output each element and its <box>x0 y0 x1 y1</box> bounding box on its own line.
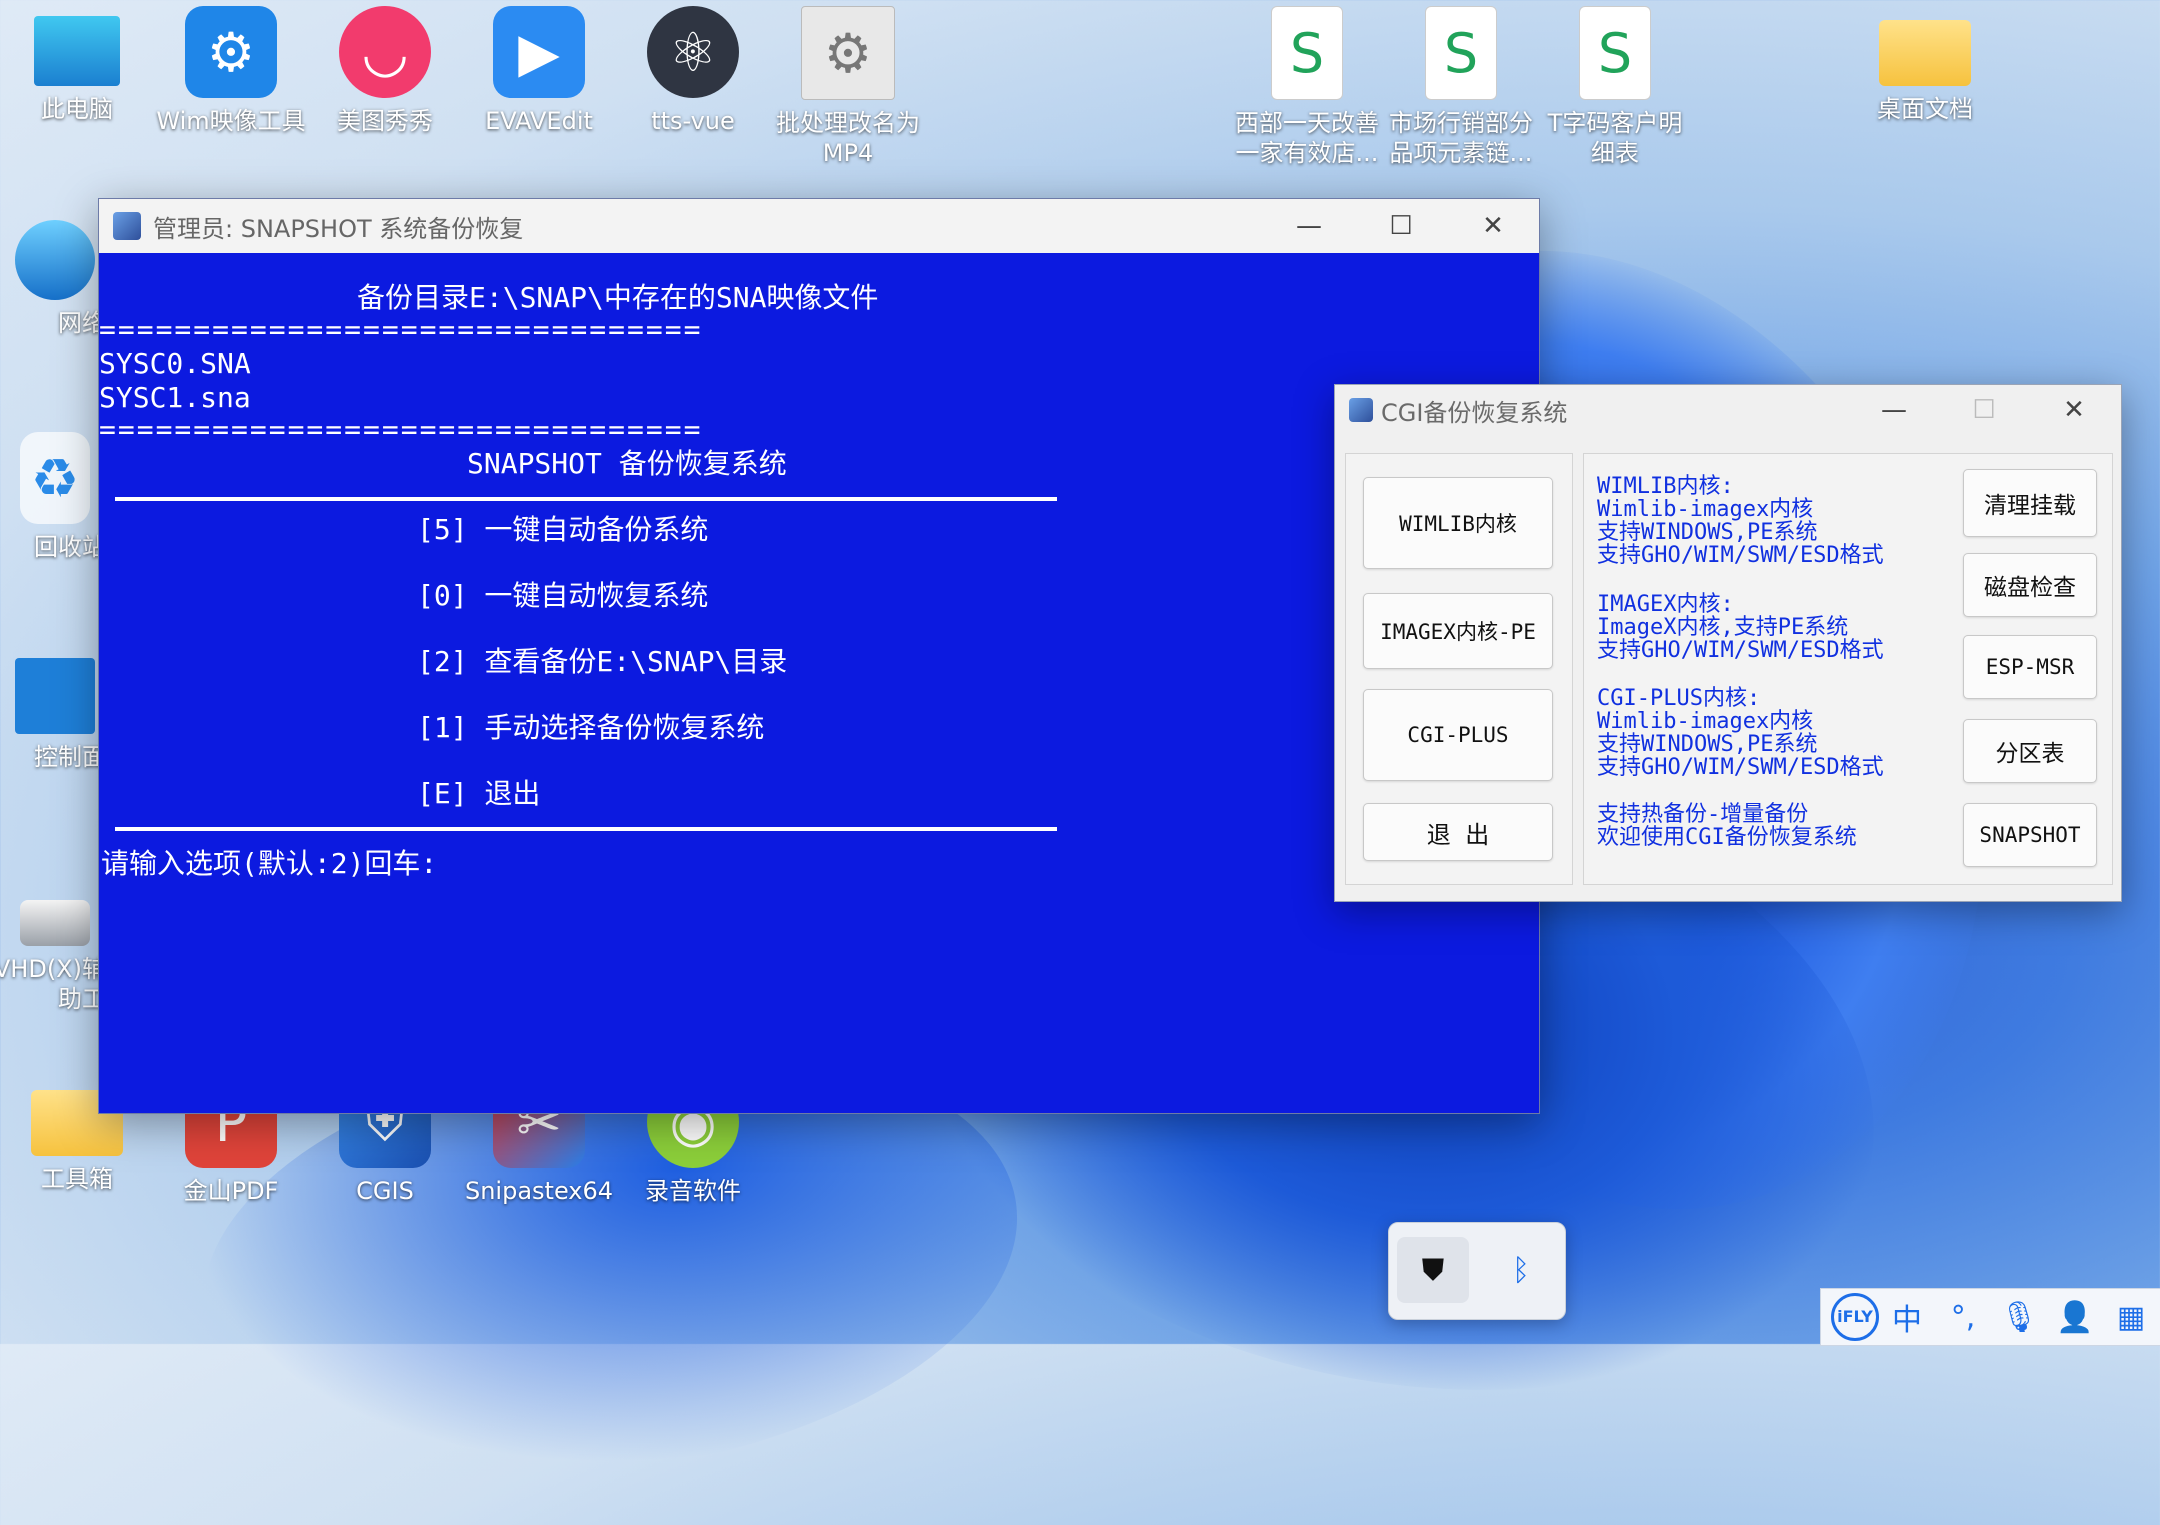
snapshot-button[interactable]: SNAPSHOT <box>1963 803 2097 867</box>
gear-icon: ⚙ <box>185 6 277 98</box>
cgi-titlebar[interactable]: CGI备份恢复系统 — ☐ ✕ <box>1335 385 2121 435</box>
tray-app-icon[interactable]: ⛊ <box>1397 1237 1469 1303</box>
ime-toolbar: iFLY 中 °, 🎙 👤 ▦ <box>1820 1288 2160 1346</box>
menu-title: SNAPSHOT 备份恢复系统 <box>467 447 787 480</box>
console-title: 管理员: SNAPSHOT 系统备份恢复 <box>153 214 524 243</box>
apps-grid-icon[interactable]: ▦ <box>2103 1300 2159 1335</box>
spreadsheet-icon: S <box>1579 6 1651 100</box>
menu-option-5: [5] 一键自动备份系统 <box>417 513 709 546</box>
cgi-plus-info: CGI-PLUS内核: Wimlib-imagex内核 支持WINDOWS,PE… <box>1597 686 1884 780</box>
maximize-button[interactable]: ☐ <box>1355 199 1447 253</box>
desktop-icon-sheet-2[interactable]: S 市场行销部分品项元素链... <box>1386 0 1536 168</box>
partition-table-button[interactable]: 分区表 <box>1963 719 2097 783</box>
meitu-logo-icon: ◡ <box>339 6 431 98</box>
spreadsheet-icon: S <box>1425 6 1497 100</box>
minimize-button[interactable]: — <box>1849 385 1939 435</box>
cgi-title: CGI备份恢复系统 <box>1381 398 1568 427</box>
tray-overflow-popup: ⛊ ᛒ <box>1388 1222 1566 1320</box>
cmd-app-icon <box>113 212 141 240</box>
maximize-button: ☐ <box>1972 395 1996 425</box>
close-button[interactable]: ✕ <box>1447 199 1539 253</box>
atom-icon: ⚛ <box>647 6 739 98</box>
separator-line: ================================ <box>99 413 703 446</box>
cgi-plus-button[interactable]: CGI-PLUS <box>1363 689 1553 781</box>
desktop-icon-sheet-3[interactable]: S T字码客户明细表 <box>1540 0 1690 168</box>
globe-icon <box>15 220 95 300</box>
desktop-icon-tts-vue[interactable]: ⚛ tts-vue <box>618 0 768 136</box>
imagex-core-button[interactable]: IMAGEX内核-PE <box>1363 593 1553 669</box>
punctuation-icon[interactable]: °, <box>1935 1300 1991 1335</box>
bluetooth-icon[interactable]: ᛒ <box>1485 1237 1557 1303</box>
separator-line: ================================ <box>99 313 703 346</box>
menu-option-2: [2] 查看备份E:\SNAP\目录 <box>417 645 788 678</box>
drive-icon <box>20 900 90 946</box>
clean-mount-button[interactable]: 清理挂载 <box>1963 469 2097 537</box>
cgi-app-icon <box>1349 398 1373 422</box>
desktop-icon-desktop-docs[interactable]: 桌面文档 <box>1850 0 2000 124</box>
minimize-button[interactable]: — <box>1263 199 1355 253</box>
console-window[interactable]: 管理员: SNAPSHOT 系统备份恢复 — ☐ ✕ 备份目录E:\SNAP\中… <box>98 198 1540 1114</box>
ime-mode-toggle[interactable]: 中 <box>1879 1295 1935 1339</box>
desktop-icon-evavedit[interactable]: ▶ EVAVEdit <box>464 0 614 136</box>
file-entry: SYSC1.sna <box>99 381 251 414</box>
recycle-icon: ♻ <box>20 432 90 524</box>
file-entry: SYSC0.SNA <box>99 347 251 380</box>
desktop-icon-this-pc[interactable]: 此电脑 <box>2 0 152 124</box>
user-icon[interactable]: 👤 <box>2047 1300 2103 1335</box>
menu-divider <box>115 827 1057 831</box>
spreadsheet-icon: S <box>1271 6 1343 100</box>
console-titlebar[interactable]: 管理员: SNAPSHOT 系统备份恢复 — ☐ ✕ <box>99 199 1539 253</box>
menu-option-0: [0] 一键自动恢复系统 <box>417 579 709 612</box>
monitor-icon <box>34 16 120 86</box>
settings-window-icon: ⚙ <box>801 6 895 100</box>
menu-option-e: [E] 退出 <box>417 777 541 810</box>
microphone-icon[interactable]: 🎙 <box>1991 1300 2047 1335</box>
wimlib-info: WIMLIB内核: Wimlib-imagex内核 支持WINDOWS,PE系统… <box>1597 474 1884 568</box>
input-prompt[interactable]: 请输入选项(默认:2)回车: <box>101 847 437 881</box>
disk-check-button[interactable]: 磁盘检查 <box>1963 553 2097 617</box>
exit-button[interactable]: 退 出 <box>1363 803 1553 861</box>
control-panel-icon <box>15 658 95 734</box>
desktop-icon-wim-tool[interactable]: ⚙ Wim映像工具 <box>156 0 306 136</box>
menu-option-1: [1] 手动选择备份恢复系统 <box>417 711 765 744</box>
footer-info: 支持热备份-增量备份 欢迎使用CGI备份恢复系统 <box>1597 802 1857 850</box>
play-icon: ▶ <box>493 6 585 98</box>
desktop-icon-meitu[interactable]: ◡ 美图秀秀 <box>310 0 460 136</box>
ifly-logo-icon[interactable]: iFLY <box>1831 1293 1879 1341</box>
dir-heading: 备份目录E:\SNAP\中存在的SNA映像文件 <box>357 281 879 314</box>
console-output[interactable]: 备份目录E:\SNAP\中存在的SNA映像文件 ================… <box>99 253 1539 1113</box>
cgi-window[interactable]: CGI备份恢复系统 — ☐ ✕ WIMLIB内核 IMAGEX内核-PE CGI… <box>1334 384 2122 902</box>
close-button[interactable]: ✕ <box>2029 385 2119 435</box>
folder-icon <box>1879 20 1971 86</box>
wimlib-core-button[interactable]: WIMLIB内核 <box>1363 477 1553 569</box>
imagex-info: IMAGEX内核: ImageX内核,支持PE系统 支持GHO/WIM/SWM/… <box>1597 592 1884 663</box>
menu-divider <box>115 497 1057 501</box>
desktop-icon-batch-rename[interactable]: ⚙ 批处理改名为MP4 <box>772 0 924 168</box>
desktop-icon-sheet-1[interactable]: S 西部一天改善一家有效店... <box>1232 0 1382 168</box>
esp-msr-button[interactable]: ESP-MSR <box>1963 635 2097 699</box>
